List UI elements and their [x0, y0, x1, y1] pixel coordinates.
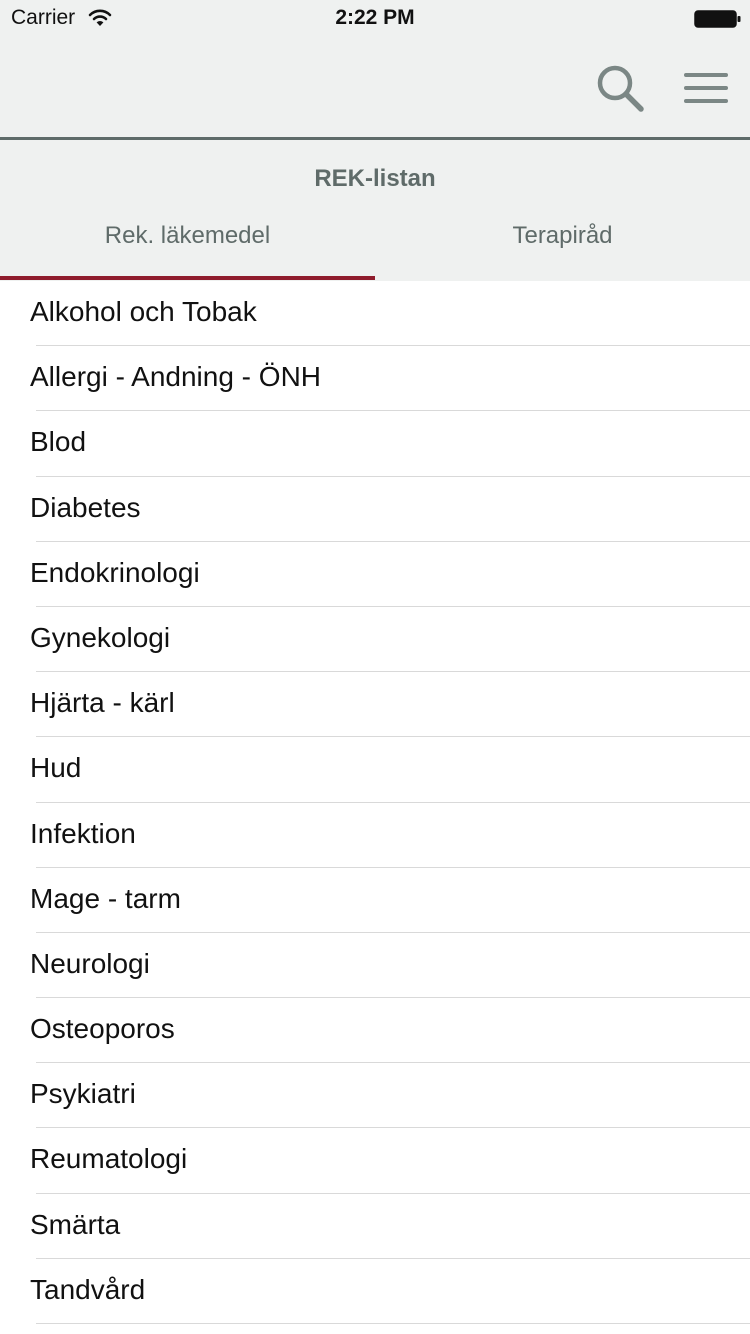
tab-terapirad[interactable]: Terapiråd — [375, 216, 750, 278]
status-bar: Carrier 2:22 PM — [0, 0, 750, 40]
list-item[interactable]: Gynekologi — [0, 607, 750, 673]
list-item-label: Diabetes — [30, 491, 141, 523]
list-item-label: Smärta — [30, 1208, 121, 1240]
navigation-bar — [0, 40, 750, 140]
list-item-label: Mage - tarm — [30, 882, 181, 914]
tab-label: Terapiråd — [512, 222, 613, 249]
category-list: Alkohol och Tobak Allergi - Andning - ÖN… — [0, 281, 750, 1325]
tab-label: Rek. läkemedel — [104, 222, 271, 249]
list-item-label: Hjärta - kärl — [30, 687, 175, 719]
status-time: 2:22 PM — [335, 6, 415, 29]
list-item[interactable]: Alkohol och Tobak — [0, 281, 750, 347]
list-item[interactable]: Osteoporos — [0, 998, 750, 1064]
list-item[interactable]: Mage - tarm — [0, 868, 750, 934]
list-item-label: Tandvård — [30, 1273, 146, 1305]
battery-icon — [694, 10, 741, 28]
hamburger-menu-icon[interactable] — [680, 66, 732, 110]
list-item[interactable]: Diabetes — [0, 477, 750, 542]
list-item-label: Hud — [30, 752, 82, 784]
list-item-label: Endokrinologi — [30, 556, 200, 588]
list-item[interactable]: Neurologi — [0, 933, 750, 999]
list-item-label: Reumatologi — [30, 1143, 188, 1175]
list-item[interactable]: Tandvård — [0, 1259, 750, 1325]
list-item[interactable]: Hjärta - kärl — [0, 672, 750, 738]
list-item[interactable]: Infektion — [0, 803, 750, 868]
list-item-label: Alkohol och Tobak — [30, 296, 257, 327]
list-item-label: Allergi - Andning - ÖNH — [30, 361, 322, 393]
tab-rek-lakemedel[interactable]: Rek. läkemedel — [0, 216, 375, 278]
list-item-label: Neurologi — [30, 947, 150, 979]
search-icon[interactable] — [592, 60, 648, 116]
list-item[interactable]: Reumatologi — [0, 1128, 750, 1194]
list-item[interactable]: Smärta — [0, 1194, 750, 1260]
page-title: REK-listan — [314, 165, 436, 192]
list-item-label: Gynekologi — [30, 621, 171, 653]
list-item-label: Infektion — [30, 817, 136, 849]
list-item-label: Psykiatri — [30, 1078, 136, 1110]
tab-header: REK-listan Rek. läkemedel Terapiråd — [0, 140, 750, 281]
list-item[interactable]: Hud — [0, 737, 750, 803]
tab-selected-indicator — [0, 276, 375, 280]
list-item-label: Blod — [30, 426, 87, 458]
list-item[interactable]: Endokrinologi — [0, 542, 750, 608]
list-item[interactable]: Psykiatri — [0, 1063, 750, 1129]
list-item-label: Osteoporos — [30, 1013, 175, 1045]
list-item[interactable]: Allergi - Andning - ÖNH — [0, 346, 750, 412]
list-item[interactable]: Blod — [0, 411, 750, 477]
